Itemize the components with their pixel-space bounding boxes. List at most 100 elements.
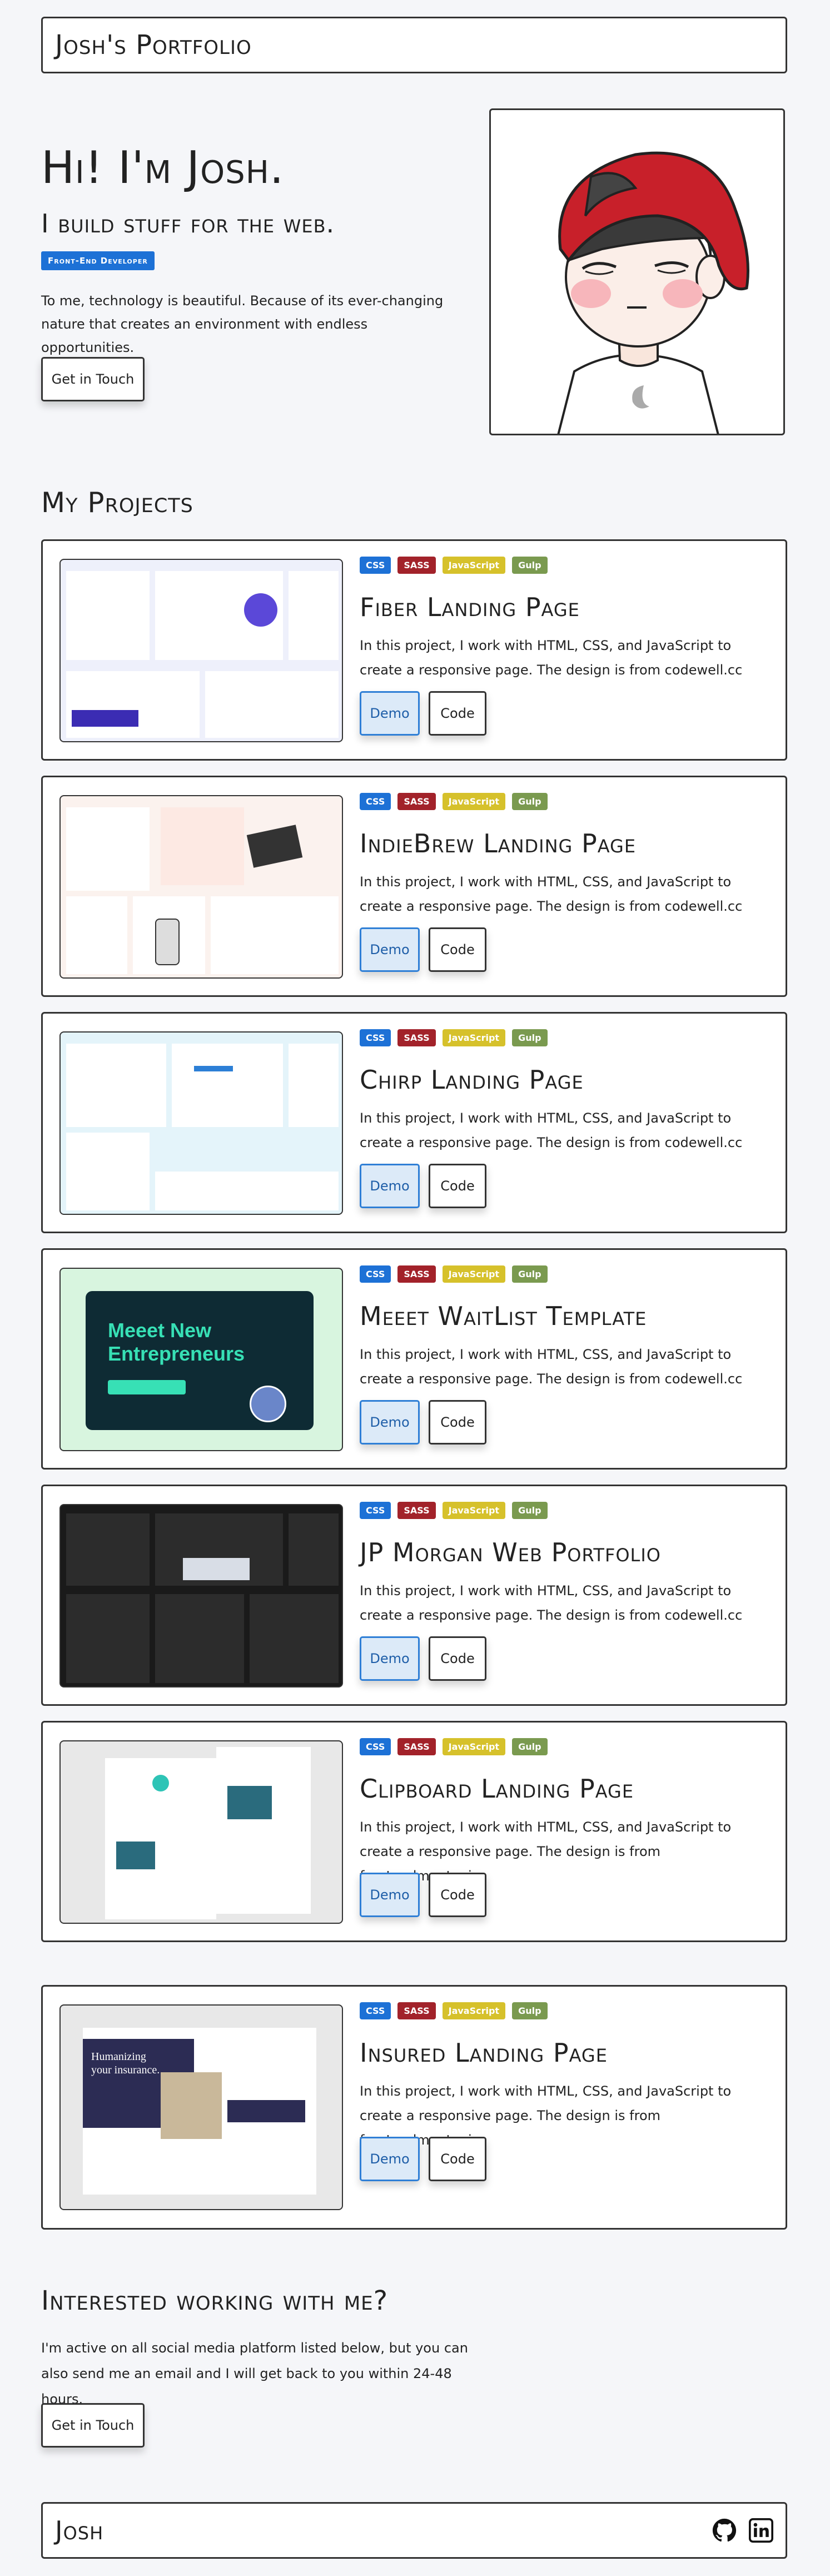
code-button[interactable]: Code: [429, 691, 486, 736]
project-title: Fiber Landing Page: [360, 592, 580, 622]
tech-tags: CSS SASS JavaScript Gulp: [360, 793, 548, 810]
tag-sass: SASS: [397, 557, 436, 574]
site-header: Josh's Portfolio: [41, 17, 787, 73]
tech-tags: CSS SASS JavaScript Gulp: [360, 2002, 548, 2019]
hero-title: Hi! I'm Josh.: [41, 142, 285, 193]
tag-javascript: JavaScript: [442, 793, 506, 810]
contact-text: I'm active on all social media platform …: [41, 2340, 468, 2407]
project-actions: Demo Code: [360, 1164, 486, 1208]
tag-javascript: JavaScript: [442, 1502, 506, 1519]
project-screenshot: [59, 1504, 343, 1687]
tech-tags: CSS SASS JavaScript Gulp: [360, 1029, 548, 1046]
project-card: Meeet New Entrepreneurs CSS SASS JavaScr…: [41, 1248, 787, 1470]
project-actions: Demo Code: [360, 927, 486, 972]
tag-sass: SASS: [397, 1265, 436, 1283]
project-title: Meeet WaitList Template: [360, 1301, 647, 1331]
hero-subtitle: I build stuff for the web.: [41, 209, 335, 239]
demo-button[interactable]: Demo: [360, 2137, 420, 2181]
contact-get-in-touch-button[interactable]: Get in Touch: [41, 2403, 145, 2448]
project-card: CSS SASS JavaScript Gulp IndieBrew Landi…: [41, 776, 787, 997]
demo-button[interactable]: Demo: [360, 1164, 420, 1208]
preview-headline: Humanizing your insurance.: [91, 2051, 160, 2076]
project-actions: Demo Code: [360, 1873, 486, 1917]
site-brand[interactable]: Josh's Portfolio: [55, 29, 252, 61]
demo-button[interactable]: Demo: [360, 927, 420, 972]
project-title: Clipboard Landing Page: [360, 1774, 634, 1804]
demo-button[interactable]: Demo: [360, 1636, 420, 1681]
hero-text: To me, technology is beautiful. Because …: [41, 293, 444, 355]
preview-headline: Meeet New Entrepreneurs: [108, 1319, 245, 1365]
project-card: CSS SASS JavaScript Gulp JP Morgan Web P…: [41, 1485, 787, 1706]
project-card: Humanizing your insurance. CSS SASS Java…: [41, 1985, 787, 2230]
project-title: JP Morgan Web Portfolio: [360, 1537, 661, 1567]
tech-tags: CSS SASS JavaScript Gulp: [360, 1502, 548, 1519]
project-actions: Demo Code: [360, 1400, 486, 1445]
tech-tags: CSS SASS JavaScript Gulp: [360, 1265, 548, 1283]
project-title: IndieBrew Landing Page: [360, 828, 637, 858]
tag-css: CSS: [360, 557, 391, 574]
project-title: Insured Landing Page: [360, 2038, 608, 2068]
avatar-illustration: [489, 108, 785, 435]
tag-css: CSS: [360, 1738, 391, 1755]
code-button[interactable]: Code: [429, 1164, 486, 1208]
tag-css: CSS: [360, 1502, 391, 1519]
tag-javascript: JavaScript: [442, 1029, 506, 1046]
github-icon[interactable]: [712, 2518, 737, 2543]
project-description: In this project, I work with HTML, CSS, …: [360, 1110, 743, 1150]
project-description: In this project, I work with HTML, CSS, …: [360, 638, 743, 678]
code-button[interactable]: Code: [429, 1636, 486, 1681]
tag-gulp: Gulp: [512, 2002, 548, 2019]
tag-sass: SASS: [397, 1029, 436, 1046]
tag-javascript: JavaScript: [442, 1265, 506, 1283]
project-screenshot: [59, 795, 343, 979]
tag-gulp: Gulp: [512, 1029, 548, 1046]
tag-sass: SASS: [397, 793, 436, 810]
tag-gulp: Gulp: [512, 793, 548, 810]
project-actions: Demo Code: [360, 1636, 486, 1681]
demo-button[interactable]: Demo: [360, 1873, 420, 1917]
tech-tags: CSS SASS JavaScript Gulp: [360, 1738, 548, 1755]
avatar-image: [557, 151, 749, 434]
tag-css: CSS: [360, 2002, 391, 2019]
project-title: Chirp Landing Page: [360, 1065, 584, 1095]
code-button[interactable]: Code: [429, 927, 486, 972]
project-description: In this project, I work with HTML, CSS, …: [360, 1583, 743, 1623]
footer-brand: Josh: [55, 2515, 104, 2545]
contact-heading: Interested working with me?: [41, 2285, 389, 2316]
social-links: [712, 2518, 773, 2543]
code-button[interactable]: Code: [429, 2137, 486, 2181]
project-screenshot: Humanizing your insurance.: [59, 2004, 343, 2210]
tag-css: CSS: [360, 793, 391, 810]
linkedin-icon[interactable]: [749, 2518, 773, 2543]
tag-css: CSS: [360, 1265, 391, 1283]
project-screenshot: Meeet New Entrepreneurs: [59, 1268, 343, 1451]
site-footer: Josh: [41, 2502, 787, 2559]
tag-javascript: JavaScript: [442, 2002, 506, 2019]
project-screenshot: [59, 1031, 343, 1215]
demo-button[interactable]: Demo: [360, 1400, 420, 1445]
tag-gulp: Gulp: [512, 1738, 548, 1755]
project-card: CSS SASS JavaScript Gulp Fiber Landing P…: [41, 539, 787, 761]
project-screenshot: [59, 559, 343, 742]
tag-gulp: Gulp: [512, 1502, 548, 1519]
role-badge: Front-End Developer: [41, 251, 155, 270]
tag-sass: SASS: [397, 1738, 436, 1755]
code-button[interactable]: Code: [429, 1873, 486, 1917]
tag-gulp: Gulp: [512, 557, 548, 574]
project-actions: Demo Code: [360, 2137, 486, 2181]
project-description: In this project, I work with HTML, CSS, …: [360, 1347, 743, 1387]
tag-javascript: JavaScript: [442, 557, 506, 574]
tag-sass: SASS: [397, 2002, 436, 2019]
project-screenshot: [59, 1740, 343, 1924]
tag-sass: SASS: [397, 1502, 436, 1519]
project-card: CSS SASS JavaScript Gulp Clipboard Landi…: [41, 1721, 787, 1942]
project-actions: Demo Code: [360, 691, 486, 736]
get-in-touch-button[interactable]: Get in Touch: [41, 357, 145, 401]
projects-heading: My Projects: [41, 487, 193, 519]
project-description: In this project, I work with HTML, CSS, …: [360, 874, 743, 914]
code-button[interactable]: Code: [429, 1400, 486, 1445]
tag-css: CSS: [360, 1029, 391, 1046]
tech-tags: CSS SASS JavaScript Gulp: [360, 557, 548, 574]
tag-javascript: JavaScript: [442, 1738, 506, 1755]
demo-button[interactable]: Demo: [360, 691, 420, 736]
